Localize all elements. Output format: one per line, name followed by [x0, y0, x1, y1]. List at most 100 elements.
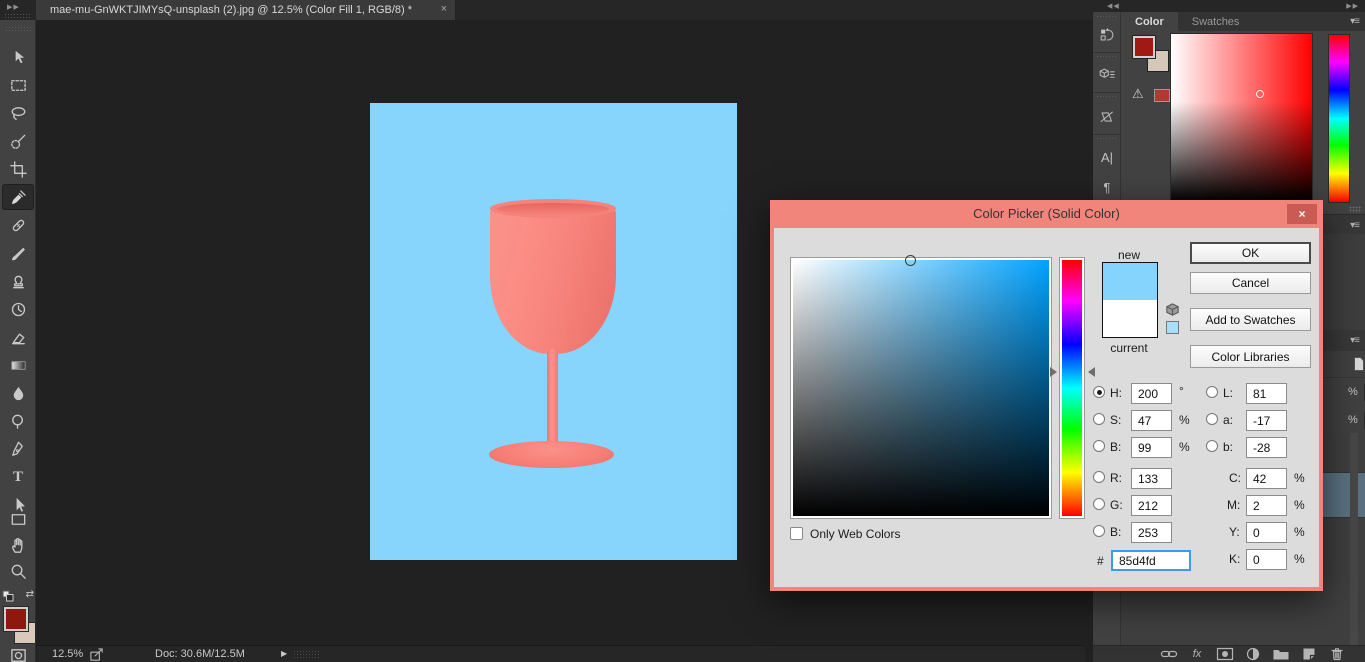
saturation-brightness-field[interactable]	[790, 257, 1052, 519]
paragraph-panel-icon[interactable]: ¶	[1093, 174, 1121, 200]
brush-tool[interactable]	[2, 240, 34, 266]
delete-layer-icon[interactable]	[1323, 646, 1351, 662]
zoom-tool[interactable]	[2, 558, 34, 584]
a-radio[interactable]	[1206, 413, 1218, 425]
filter-pixel-layers-icon[interactable]	[1352, 356, 1365, 377]
character-panel-icon[interactable]: A|	[1093, 144, 1121, 170]
info-panel-icon[interactable]	[1093, 104, 1121, 130]
dodge-tool[interactable]	[2, 408, 34, 434]
type-tool[interactable]: T	[2, 464, 34, 490]
spot-healing-brush-tool[interactable]	[2, 212, 34, 238]
dock-grip[interactable]	[1096, 137, 1118, 141]
k-field[interactable]	[1246, 549, 1287, 570]
tab-swatches[interactable]: Swatches	[1178, 12, 1254, 31]
move-tool[interactable]	[2, 44, 34, 70]
new-layer-icon[interactable]	[1295, 646, 1323, 662]
r-field[interactable]	[1131, 468, 1172, 489]
dock-expand-icon[interactable]: ▶▶	[1346, 2, 1359, 10]
m-field[interactable]	[1246, 495, 1287, 516]
canvas-document[interactable]	[370, 103, 737, 560]
clone-stamp-tool[interactable]	[2, 268, 34, 294]
tools-panel-grip[interactable]	[5, 26, 31, 31]
l-radio[interactable]	[1206, 386, 1218, 398]
dock-grip[interactable]	[1096, 95, 1118, 99]
status-expand-icon[interactable]: ▶	[281, 649, 287, 658]
panel-menu-icon[interactable]: ▾≡	[1350, 220, 1360, 231]
s-radio[interactable]	[1093, 413, 1105, 425]
l-field[interactable]	[1246, 383, 1287, 404]
gamut-warning-swatch[interactable]	[1154, 89, 1170, 102]
document-tab[interactable]: mae-mu-GnWKTJIMYsQ-unsplash (2).jpg @ 12…	[36, 0, 456, 20]
history-panel-icon[interactable]	[1093, 22, 1121, 48]
gamut-warning-icon[interactable]: ⚠	[1132, 86, 1144, 102]
color-panel-gradient-field[interactable]	[1170, 33, 1313, 203]
adjustment-layer-icon[interactable]	[1239, 646, 1267, 662]
web-safe-color-swatch[interactable]	[1166, 321, 1179, 334]
dock-grip[interactable]	[1096, 55, 1118, 59]
document-tab-close-icon[interactable]: ×	[441, 3, 447, 15]
gradient-tool[interactable]	[2, 352, 34, 378]
color-panel-gradient-marker[interactable]	[1256, 90, 1264, 98]
eraser-tool[interactable]	[2, 324, 34, 350]
rectangular-marquee-tool[interactable]	[2, 72, 34, 98]
hex-field[interactable]	[1111, 550, 1191, 571]
hand-tool[interactable]	[2, 532, 34, 558]
b3-radio[interactable]	[1206, 440, 1218, 452]
color-libraries-button[interactable]: Color Libraries	[1190, 345, 1311, 368]
foreground-color-swatch[interactable]	[3, 606, 29, 632]
c-field[interactable]	[1246, 468, 1287, 489]
lasso-tool[interactable]	[2, 100, 34, 126]
add-layer-mask-icon[interactable]	[1211, 646, 1239, 662]
layers-panel-menu-icon[interactable]: ▾≡	[1350, 335, 1360, 346]
b2-radio[interactable]	[1093, 525, 1105, 537]
rectangle-tool[interactable]	[2, 506, 34, 532]
g-field[interactable]	[1131, 495, 1172, 516]
link-layers-icon[interactable]	[1155, 646, 1183, 662]
r-radio[interactable]	[1093, 471, 1105, 483]
toolbar-grip[interactable]	[4, 13, 30, 18]
crop-tool[interactable]	[2, 156, 34, 182]
dialog-close-button[interactable]: ×	[1287, 204, 1317, 224]
g-radio[interactable]	[1093, 498, 1105, 510]
share-export-icon[interactable]	[89, 647, 105, 662]
color-panel-spectrum-ramp[interactable]	[1328, 34, 1350, 203]
add-to-swatches-button[interactable]: Add to Swatches	[1190, 308, 1311, 331]
toolbar-collapse-icon[interactable]: ▶▶	[7, 3, 20, 11]
default-and-swap-colors[interactable]: ⇄	[2, 589, 34, 605]
s-field[interactable]	[1131, 410, 1172, 431]
color-field-marker[interactable]	[905, 255, 916, 266]
b2-field[interactable]	[1131, 522, 1172, 543]
swap-colors-icon[interactable]: ⇄	[26, 589, 34, 600]
b-radio[interactable]	[1093, 440, 1105, 452]
dock-collapse-icon[interactable]: ◀◀	[1107, 2, 1120, 10]
b3-field[interactable]	[1246, 437, 1287, 458]
a-field[interactable]	[1246, 410, 1287, 431]
layer-styles-icon[interactable]: fx	[1183, 646, 1211, 662]
dock-grip[interactable]	[1096, 15, 1118, 19]
layers-scrollbar[interactable]	[1350, 433, 1358, 645]
hue-slider[interactable]	[1059, 257, 1085, 519]
ok-button[interactable]: OK	[1190, 242, 1311, 264]
new-group-icon[interactable]	[1267, 646, 1295, 662]
quick-mask-mode-button[interactable]	[2, 646, 34, 662]
hue-slider-left-arrow[interactable]	[1050, 367, 1057, 377]
cancel-button[interactable]: Cancel	[1190, 272, 1311, 294]
only-web-colors-checkbox[interactable]	[790, 527, 803, 540]
history-brush-tool[interactable]	[2, 296, 34, 322]
h-field[interactable]	[1131, 383, 1172, 404]
color-panel-menu-icon[interactable]: ▾≡	[1350, 16, 1360, 27]
tab-color[interactable]: Color	[1121, 12, 1178, 31]
hue-slider-right-arrow[interactable]	[1088, 367, 1095, 377]
panel-foreground-swatch[interactable]	[1132, 35, 1156, 59]
blur-tool[interactable]	[2, 380, 34, 406]
eyedropper-tool[interactable]	[2, 184, 34, 210]
properties-panel-icon[interactable]	[1093, 62, 1121, 88]
panel-resize-grip[interactable]	[1349, 206, 1361, 213]
h-radio[interactable]	[1093, 386, 1105, 398]
dialog-title-bar[interactable]: Color Picker (Solid Color) ×	[770, 200, 1323, 228]
zoom-level-field[interactable]: 12.5%	[52, 648, 83, 660]
quick-selection-tool[interactable]	[2, 128, 34, 154]
pen-tool[interactable]	[2, 436, 34, 462]
y-field[interactable]	[1246, 522, 1287, 543]
b-field[interactable]	[1131, 437, 1172, 458]
